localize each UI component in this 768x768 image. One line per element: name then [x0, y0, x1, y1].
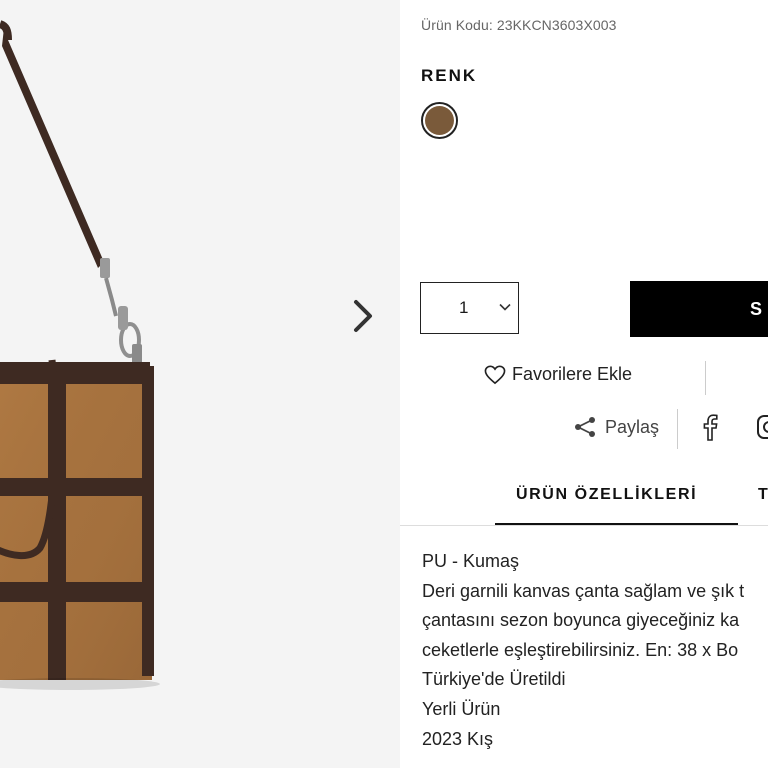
divider — [677, 409, 678, 449]
description-line: 2023 Kış — [422, 728, 494, 749]
quantity-value: 1 — [459, 298, 469, 317]
add-to-favorites-button[interactable]: Favorilere Ekle — [484, 364, 632, 385]
quantity-select[interactable]: 1 — [420, 282, 519, 334]
description-line: Yerli Ürün — [422, 698, 501, 719]
description-line: PU - Kumaş — [422, 551, 520, 571]
add-to-cart-button[interactable]: S — [630, 281, 768, 337]
swatch-fill — [425, 106, 454, 135]
product-description: PU - Kumaş Deri garnili kanvas çanta sağ… — [422, 547, 768, 754]
description-line: çantasını sezon boyunca giyeceğiniz ka — [422, 610, 740, 631]
share-label: Paylaş — [605, 416, 660, 437]
color-swatch-brown[interactable] — [421, 102, 458, 139]
favorites-label: Favorilere Ekle — [512, 364, 633, 384]
chevron-right-icon — [354, 300, 372, 332]
tab-second[interactable]: T — [758, 486, 768, 504]
tab-product-features[interactable]: ÜRÜN ÖZELLİKLERİ — [516, 486, 697, 504]
product-tabs: ÜRÜN ÖZELLİKLERİ T — [400, 478, 768, 526]
facebook-icon[interactable] — [700, 413, 718, 441]
description-line: Deri garnili kanvas çanta sağlam ve şık … — [422, 580, 745, 601]
color-heading: RENK — [421, 66, 478, 85]
product-code: Ürün Kodu: 23KKCN3603X003 — [421, 17, 617, 33]
product-info-panel: Ürün Kodu: 23KKCN3603X003 RENK 1 S Favor… — [400, 0, 768, 768]
product-code-label: Ürün Kodu: — [421, 17, 493, 33]
product-image — [0, 20, 160, 690]
product-code-value: 23KKCN3603X003 — [496, 17, 617, 33]
product-gallery — [0, 0, 400, 768]
add-to-cart-label: S — [750, 298, 765, 319]
gallery-next-button[interactable] — [346, 296, 380, 336]
divider — [705, 361, 706, 395]
share-icon — [575, 417, 595, 437]
active-tab-indicator — [495, 523, 738, 525]
share-button[interactable]: Paylaş — [573, 416, 659, 438]
description-line: Türkiye'de Üretildi — [422, 669, 566, 690]
description-line: ceketlerle eşleştirebilirsiniz. En: 38 x… — [422, 639, 739, 660]
instagram-icon[interactable] — [756, 414, 768, 440]
chevron-down-icon — [499, 303, 511, 311]
heart-icon — [484, 365, 506, 384]
